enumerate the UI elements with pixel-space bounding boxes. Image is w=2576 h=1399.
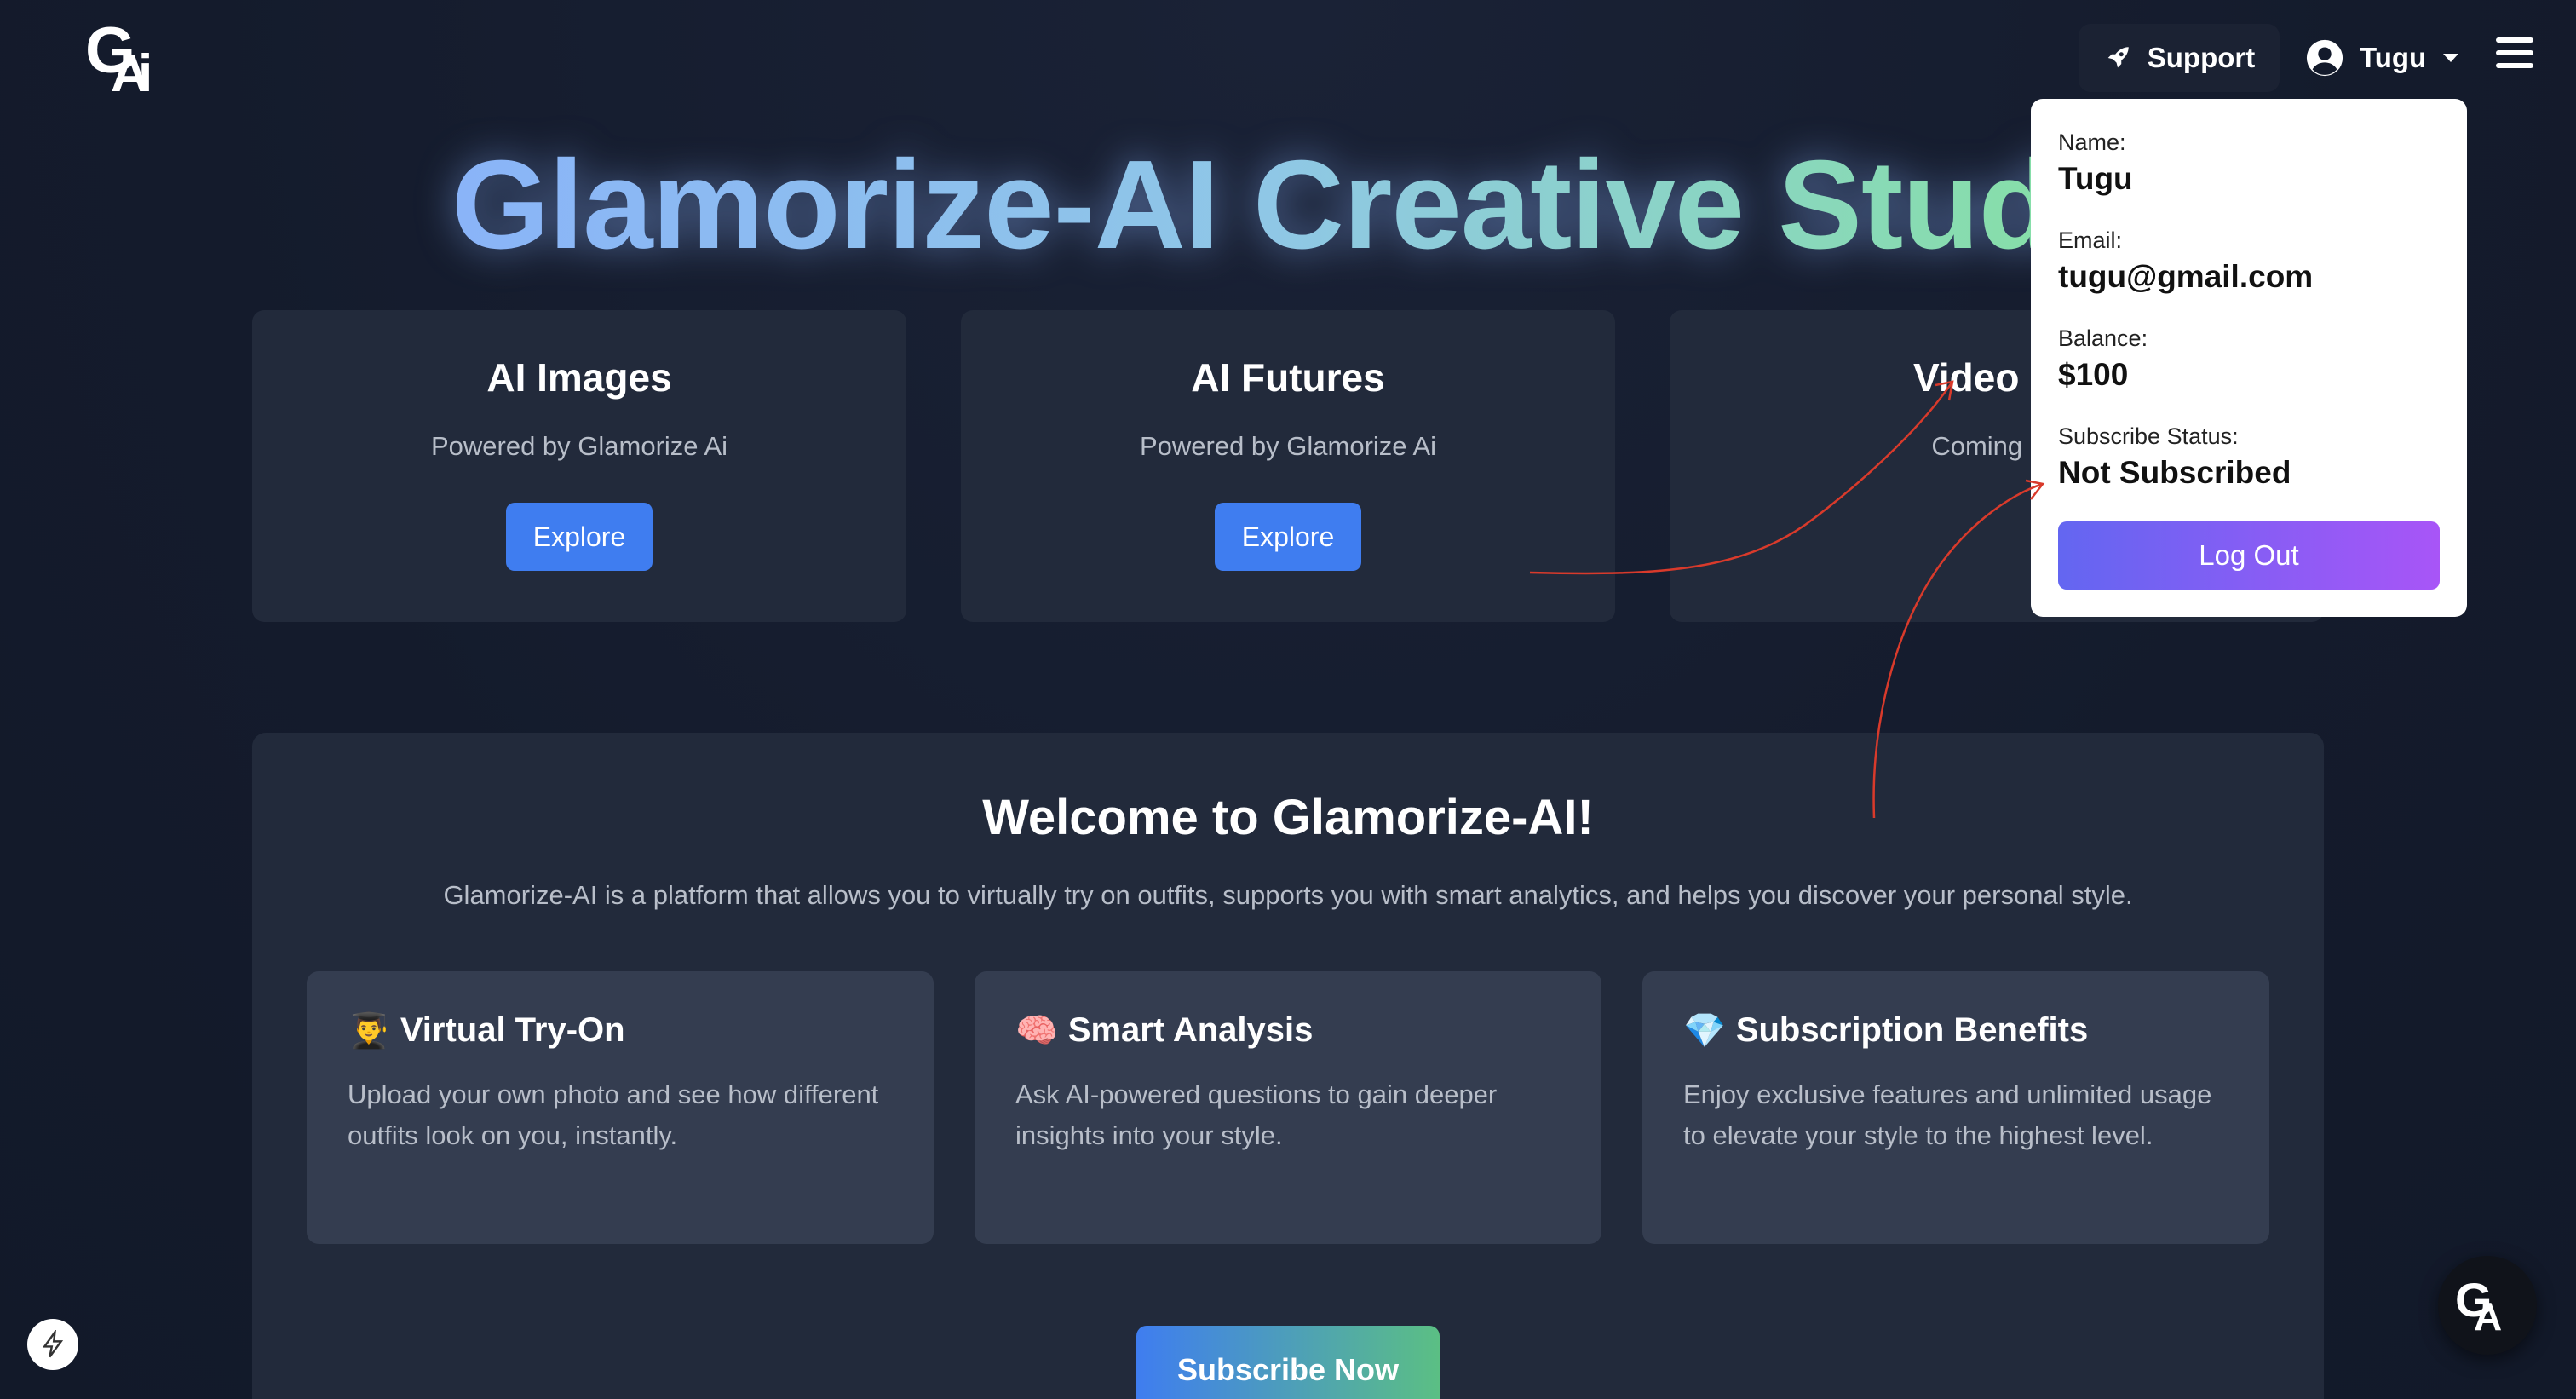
fab-logo-a: A: [2474, 1294, 2503, 1339]
caret-down-icon: [2443, 54, 2459, 62]
user-menu-toggle[interactable]: Tugu: [2305, 34, 2460, 82]
card-ai-futures: AI Futures Powered by Glamorize Ai Explo…: [961, 310, 1615, 622]
email-label: Email:: [2058, 227, 2123, 253]
feature-smart-analysis: 🧠 Smart Analysis Ask AI-powered question…: [975, 971, 1601, 1244]
bolt-icon[interactable]: [27, 1319, 78, 1370]
feature-heading: 🧠 Smart Analysis: [1015, 1010, 1561, 1051]
feature-text: Upload your own photo and see how differ…: [348, 1079, 879, 1150]
card-title: AI Futures: [1191, 355, 1385, 400]
subscribe-now-button[interactable]: Subscribe Now: [1136, 1326, 1440, 1399]
logout-button[interactable]: Log Out: [2058, 521, 2440, 590]
feature-text: Ask AI-powered questions to gain deeper …: [1015, 1079, 1498, 1150]
welcome-intro: Glamorize-AI is a platform that allows y…: [443, 880, 2133, 910]
page: G A i Support Tugu Glamorize-AI Creative…: [0, 0, 2576, 1399]
feature-heading: 💎 Subscription Benefits: [1683, 1010, 2228, 1051]
user-name: Tugu: [2360, 42, 2427, 73]
brain-emoji-icon: 🧠: [1015, 1012, 1058, 1050]
user-circle-icon: [2306, 39, 2343, 77]
feature-virtual-try-on: 👨‍🎓 Virtual Try-On Upload your own photo…: [307, 971, 934, 1244]
support-button[interactable]: Support: [2079, 24, 2280, 92]
hero-title: Glamorize-AI Creative Studi: [451, 135, 2090, 275]
card-subtitle: Powered by Glamorize Ai: [1139, 431, 1437, 461]
name-label: Name:: [2058, 130, 2126, 155]
email-value: tugu@gmail.com: [2058, 259, 2314, 294]
welcome-section: Welcome to Glamorize-AI! Glamorize-AI is…: [252, 733, 2324, 1399]
subscribe-status-label: Subscribe Status:: [2058, 423, 2239, 449]
profile-dropdown: Name: Tugu Email: tugu@gmail.com Balance…: [2031, 99, 2467, 617]
balance-label: Balance:: [2058, 325, 2148, 351]
logo-letter-i: i: [138, 44, 153, 103]
card-subtitle: Powered by Glamorize Ai: [430, 431, 728, 461]
feature-title: Virtual Try-On: [400, 1011, 625, 1049]
welcome-title: Welcome to Glamorize-AI!: [982, 790, 1594, 845]
rocket-icon: [2107, 47, 2129, 68]
feature-title: Smart Analysis: [1067, 1011, 1314, 1049]
gem-emoji-icon: 💎: [1683, 1012, 1726, 1050]
card-title: AI Images: [486, 355, 672, 400]
card-ai-images: AI Images Powered by Glamorize Ai Explor…: [252, 310, 906, 622]
chat-assistant-button[interactable]: G A: [2438, 1256, 2537, 1355]
feature-title: Subscription Benefits: [1735, 1011, 2089, 1049]
feature-text: Enjoy exclusive features and unlimited u…: [1683, 1079, 2212, 1150]
feature-heading: 👨‍🎓 Virtual Try-On: [348, 1010, 893, 1051]
hamburger-menu-icon[interactable]: [2496, 37, 2533, 68]
explore-button[interactable]: Explore: [1215, 503, 1361, 571]
balance-value: $100: [2058, 357, 2129, 392]
feature-subscription-benefits: 💎 Subscription Benefits Enjoy exclusive …: [1642, 971, 2269, 1244]
subscribe-status-value: Not Subscribed: [2058, 455, 2291, 490]
support-label: Support: [2147, 42, 2256, 73]
brand-logo[interactable]: G A i: [85, 19, 162, 101]
explore-button[interactable]: Explore: [506, 503, 653, 571]
student-emoji-icon: 👨‍🎓: [348, 1012, 390, 1050]
name-value: Tugu: [2058, 161, 2133, 196]
